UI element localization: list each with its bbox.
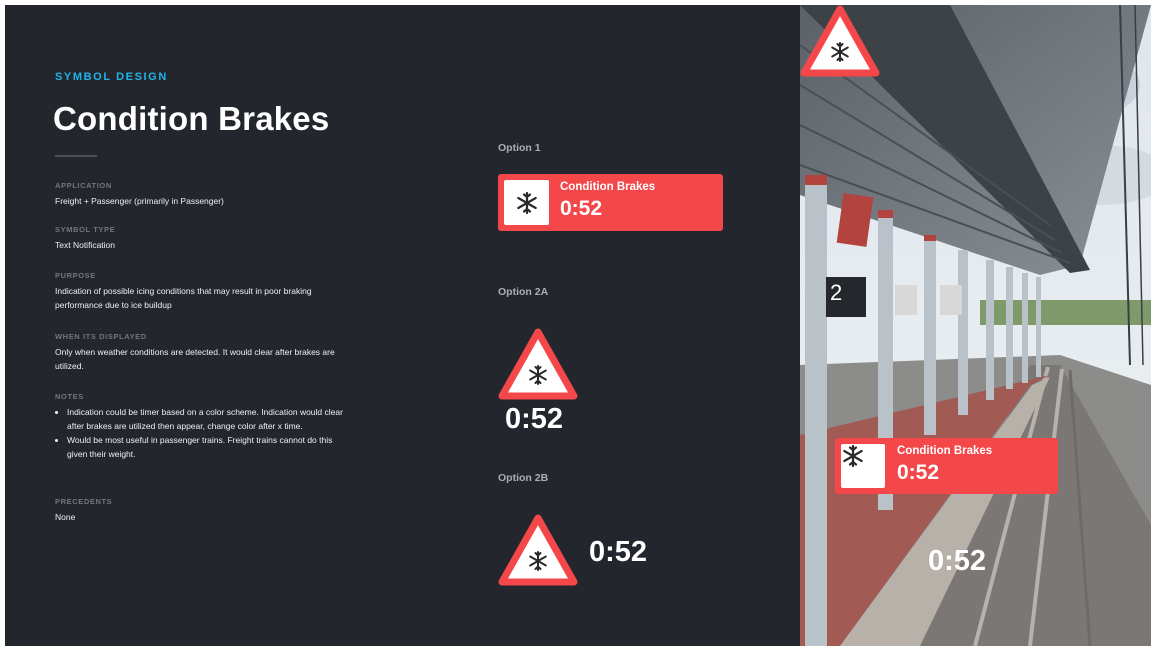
train-platform-photo: 2 Condition Brakes 0:52 0:52 (800, 5, 1151, 646)
detail-precedents: PRECEDENTS None (55, 497, 355, 524)
option-1-label: Option 1 (498, 142, 541, 154)
detail-value: None (55, 512, 76, 522)
notes-list: Indication could be timer based on a col… (55, 405, 355, 461)
banner-title: Condition Brakes (897, 445, 993, 457)
photo-triangle-timer: 0:52 (928, 545, 987, 577)
detail-value: Only when weather conditions are detecte… (55, 347, 335, 371)
option-2a-timer: 0:52 (505, 403, 564, 435)
detail-label: SYMBOL TYPE (55, 225, 116, 234)
detail-label: NOTES (55, 392, 84, 401)
detail-purpose: PURPOSE Indication of possible icing con… (55, 271, 355, 312)
detail-label: PRECEDENTS (55, 497, 113, 506)
snowflake-icon (843, 444, 863, 468)
detail-application: APPLICATION Freight + Passenger (primari… (55, 181, 355, 208)
detail-symbol-type: SYMBOL TYPE Text Notification (55, 225, 355, 252)
detail-value: Indication of possible icing conditions … (55, 286, 312, 310)
option-2a-label: Option 2A (498, 286, 549, 298)
warning-triangle-icon (498, 514, 578, 586)
detail-label: APPLICATION (55, 181, 112, 190)
snowflake-icon (516, 191, 537, 214)
warning-triangle-icon (800, 5, 880, 77)
title-divider (55, 155, 97, 157)
page-title: Condition Brakes (53, 100, 330, 137)
notes-list-item: Indication could be timer based on a col… (67, 405, 355, 433)
detail-label: WHEN ITS DISPLAYED (55, 332, 147, 341)
banner-title: Condition Brakes (560, 181, 656, 193)
photo-banner: Condition Brakes 0:52 (835, 438, 1058, 494)
option-2b-label: Option 2B (498, 472, 549, 484)
warning-triangle-icon (498, 328, 578, 400)
slide: SYMBOL DESIGN Condition Brakes APPLICATI… (5, 5, 1151, 646)
eyebrow-label: SYMBOL DESIGN (55, 71, 168, 83)
option-1-banner: Condition Brakes 0:52 (498, 174, 723, 231)
banner-timer: 0:52 (897, 461, 940, 484)
detail-when-displayed: WHEN ITS DISPLAYED Only when weather con… (55, 332, 355, 373)
notes-list-item: Would be most useful in passenger trains… (67, 433, 355, 461)
detail-value: Text Notification (55, 240, 115, 250)
detail-notes: NOTES Indication could be timer based on… (55, 392, 355, 461)
option-2b-timer: 0:52 (589, 536, 648, 568)
detail-value: Freight + Passenger (primarily in Passen… (55, 196, 224, 206)
platform-number-sign: 2 (830, 280, 843, 305)
detail-label: PURPOSE (55, 271, 96, 280)
snowflake-icon-tile (841, 444, 885, 488)
snowflake-icon-tile (504, 180, 549, 225)
banner-timer: 0:52 (560, 197, 603, 220)
